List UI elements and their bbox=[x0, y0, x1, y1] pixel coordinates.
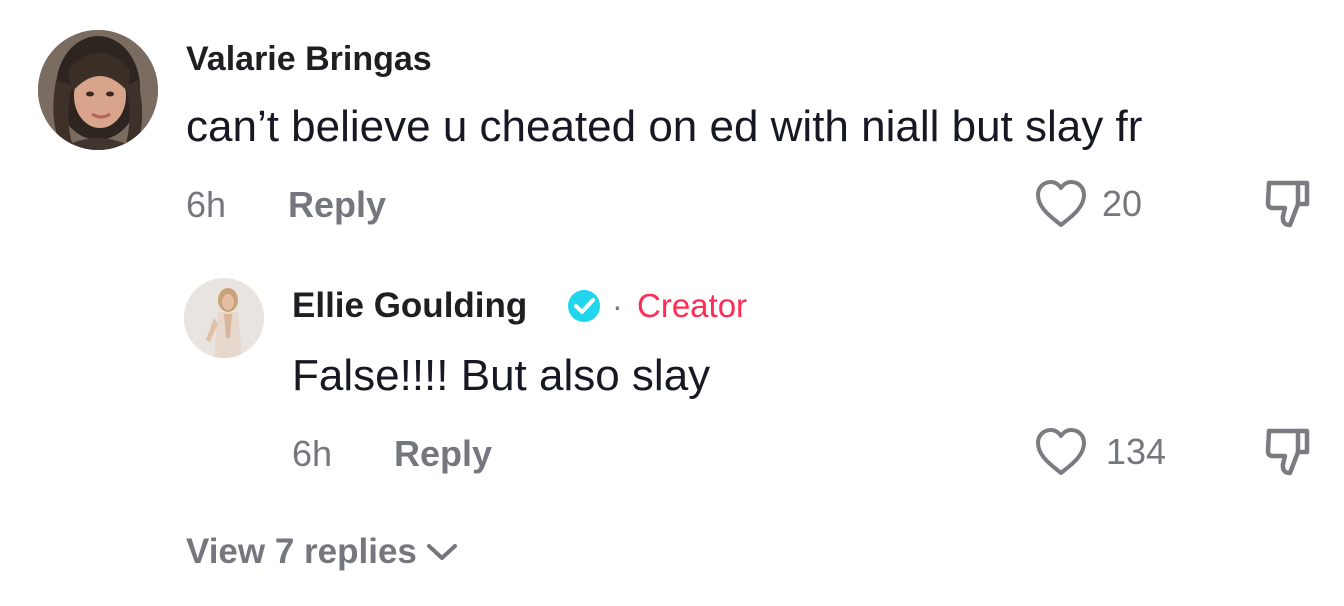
chevron-down-icon bbox=[426, 544, 457, 560]
heart-outline-icon bbox=[1036, 428, 1086, 475]
verified-badge-icon bbox=[566, 288, 602, 324]
creator-badge: Creator bbox=[637, 287, 748, 324]
view-replies-label: View 7 replies bbox=[186, 532, 417, 571]
reply-reply-button[interactable]: Reply bbox=[394, 432, 492, 476]
thumbs-down-icon bbox=[1265, 428, 1310, 476]
heart-outline-icon bbox=[1036, 180, 1086, 227]
reply-like-count: 134 bbox=[1106, 431, 1167, 472]
comment-author[interactable]: Valarie Bringas bbox=[186, 37, 432, 81]
comment-like-button[interactable]: 20 bbox=[1034, 178, 1142, 230]
reply-text: False!!!! But also slay bbox=[292, 351, 711, 400]
comment-like-count: 20 bbox=[1102, 183, 1143, 224]
reply-time: 6h bbox=[292, 433, 333, 474]
creator-separator: · bbox=[612, 288, 623, 324]
reply-author[interactable]: Ellie Goulding bbox=[292, 284, 527, 328]
comment-time: 6h bbox=[186, 184, 227, 225]
avatar-image bbox=[184, 278, 264, 358]
reply-dislike-button[interactable] bbox=[1264, 426, 1312, 478]
avatar-valarie[interactable] bbox=[38, 30, 158, 150]
comment-reply-button[interactable]: Reply bbox=[288, 183, 386, 227]
view-replies-button[interactable]: View 7 replies bbox=[186, 530, 459, 574]
comment-text: can’t believe u cheated on ed with niall… bbox=[186, 102, 1143, 151]
avatar-ellie[interactable] bbox=[184, 278, 264, 358]
thumbs-down-icon bbox=[1265, 180, 1310, 228]
comment-dislike-button[interactable] bbox=[1264, 178, 1312, 230]
reply-like-button[interactable]: 134 bbox=[1034, 426, 1166, 478]
avatar-image bbox=[38, 30, 158, 150]
comment-thread: Valarie Bringas can’t believe u cheated … bbox=[0, 0, 1344, 606]
